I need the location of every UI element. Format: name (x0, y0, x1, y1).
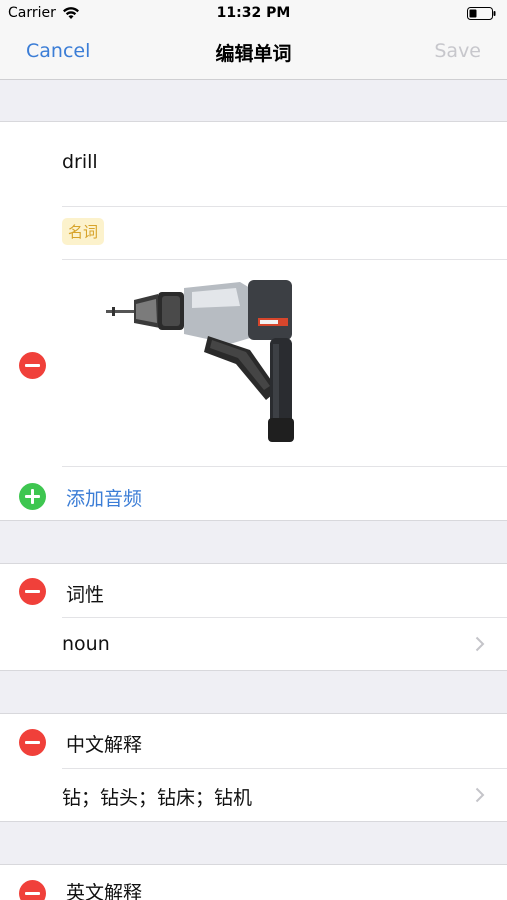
word-image[interactable] (100, 278, 295, 448)
row-divider (62, 768, 507, 769)
pos-tag[interactable]: 名词 (62, 218, 105, 245)
pos-header: 词性 (66, 584, 105, 606)
row-divider (62, 466, 507, 467)
remove-pos-icon[interactable] (19, 578, 46, 605)
status-bar: Carrier 11:32 PM (0, 0, 507, 28)
pos-value[interactable]: noun (62, 633, 110, 655)
remove-image-icon[interactable] (19, 352, 46, 379)
row-divider (62, 206, 507, 207)
row-divider (62, 259, 507, 260)
row-divider (62, 617, 507, 618)
chinese-definition-value[interactable]: 钻；钻头；钻床；钻机 (62, 783, 252, 810)
word-input[interactable]: drill (62, 151, 98, 173)
english-definition-header: 英文解释 (66, 882, 143, 900)
word-section: drill 名词 添加音频 (0, 121, 507, 521)
navigation-bar: Cancel 编辑单词 Save (0, 28, 507, 80)
chevron-right-icon[interactable] (475, 636, 485, 652)
add-audio-button[interactable]: 添加音频 (66, 484, 142, 511)
save-button[interactable]: Save (434, 40, 481, 62)
page-title: 编辑单词 (215, 43, 292, 65)
edit-word-screen: Carrier 11:32 PM Cancel 编辑单词 Save drill … (0, 0, 507, 900)
chinese-definition-header: 中文解释 (66, 734, 143, 756)
remove-chinese-definition-icon[interactable] (19, 729, 46, 756)
battery-icon (467, 7, 496, 20)
remove-english-definition-icon[interactable] (19, 880, 46, 900)
chinese-definition-section: 中文解释 钻；钻头；钻床；钻机 (0, 713, 507, 822)
english-definition-section: 英文解释 (0, 864, 507, 900)
status-time: 11:32 PM (216, 5, 291, 21)
add-audio-icon[interactable] (19, 483, 46, 510)
pos-section: 词性 noun (0, 563, 507, 671)
chevron-right-icon[interactable] (475, 787, 485, 803)
